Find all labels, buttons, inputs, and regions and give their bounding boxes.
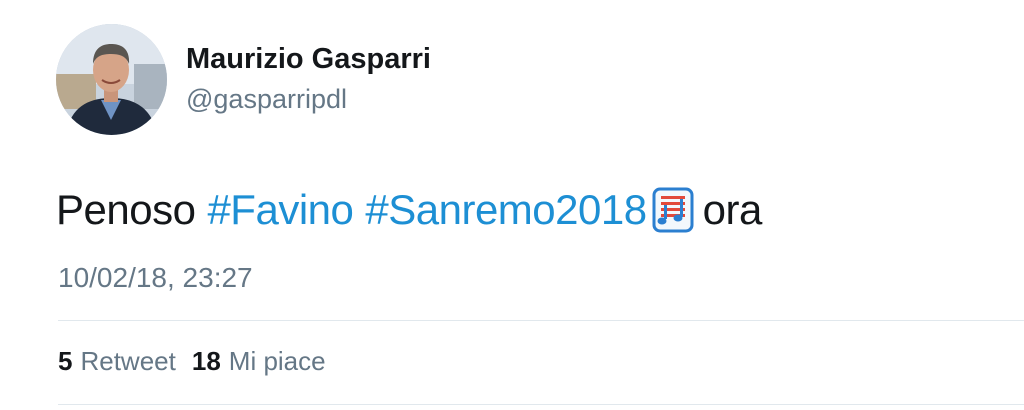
author-display-name[interactable]: Maurizio Gasparri [186, 43, 431, 76]
like-label: Mi piace [228, 346, 326, 376]
tweet-timestamp[interactable]: 10/02/18, 23:27 [58, 262, 253, 294]
musical-score-emoji-icon [651, 187, 695, 233]
tweet-text-start: Penoso [56, 186, 196, 233]
divider [58, 320, 1024, 321]
hashtag-sanremo2018[interactable]: #Sanremo2018 [365, 186, 647, 234]
tweet-card: Maurizio Gasparri @gasparripdl Penoso #F… [0, 0, 1024, 410]
likes-stat[interactable]: 18 Mi piace [192, 346, 326, 377]
retweets-stat[interactable]: 5 Retweet [58, 346, 176, 377]
author-handle[interactable]: @gasparripdl [186, 84, 347, 115]
retweet-count: 5 [58, 346, 73, 376]
tweet-text: Penoso #Favino #Sanremo2018 ora [56, 186, 762, 234]
like-count: 18 [191, 346, 221, 376]
profile-photo-icon [56, 24, 167, 135]
retweet-label: Retweet [80, 346, 176, 376]
avatar[interactable] [56, 24, 167, 135]
tweet-text-end: ora [702, 186, 763, 233]
tweet-stats: 5 Retweet 18 Mi piace [58, 346, 326, 377]
hashtag-favino[interactable]: #Favino [207, 186, 353, 234]
divider [58, 404, 1024, 405]
